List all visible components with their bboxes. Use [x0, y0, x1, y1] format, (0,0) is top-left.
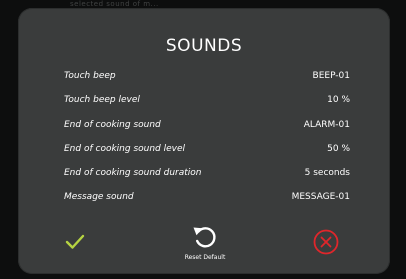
setting-value[interactable]: BEEP-01: [313, 69, 350, 83]
setting-label: End of cooking sound: [64, 120, 161, 130]
reset-default-label: Reset Default: [184, 254, 226, 261]
setting-label: End of cooking sound level: [64, 144, 186, 154]
setting-row-end-of-cooking-sound-level[interactable]: End of cooking sound level 50 %: [64, 142, 350, 156]
dialog-title: SOUNDS: [165, 36, 243, 56]
setting-label: Touch beep: [64, 71, 116, 81]
setting-value[interactable]: 50 %: [327, 142, 350, 156]
setting-label: End of cooking sound duration: [64, 168, 202, 178]
setting-value[interactable]: 5 seconds: [305, 166, 350, 180]
screen: selected sound of m... SOUNDS Touch beep…: [0, 0, 406, 279]
setting-row-message-sound[interactable]: Message sound MESSAGE-01: [64, 190, 350, 204]
setting-row-end-of-cooking-sound[interactable]: End of cooking sound ALARM-01: [64, 118, 350, 132]
reset-default-button[interactable]: Reset Default: [181, 220, 229, 272]
setting-value[interactable]: ALARM-01: [304, 118, 350, 132]
reset-icon: [193, 227, 216, 248]
cancel-button[interactable]: [312, 228, 340, 256]
setting-row-touch-beep-level[interactable]: Touch beep level 10 %: [64, 93, 350, 107]
setting-row-touch-beep[interactable]: Touch beep BEEP-01: [64, 69, 350, 83]
setting-label: Message sound: [64, 192, 134, 202]
sounds-dialog: SOUNDS Touch beep BEEP-01 Touch beep lev…: [18, 8, 390, 274]
confirm-button[interactable]: [56, 227, 94, 257]
check-icon: [65, 234, 85, 249]
setting-value[interactable]: MESSAGE-01: [292, 190, 350, 204]
close-circle-icon: [313, 229, 339, 255]
setting-row-end-of-cooking-sound-duration[interactable]: End of cooking sound duration 5 seconds: [64, 166, 350, 180]
setting-label: Touch beep level: [64, 95, 140, 105]
setting-value[interactable]: 10 %: [327, 93, 350, 107]
